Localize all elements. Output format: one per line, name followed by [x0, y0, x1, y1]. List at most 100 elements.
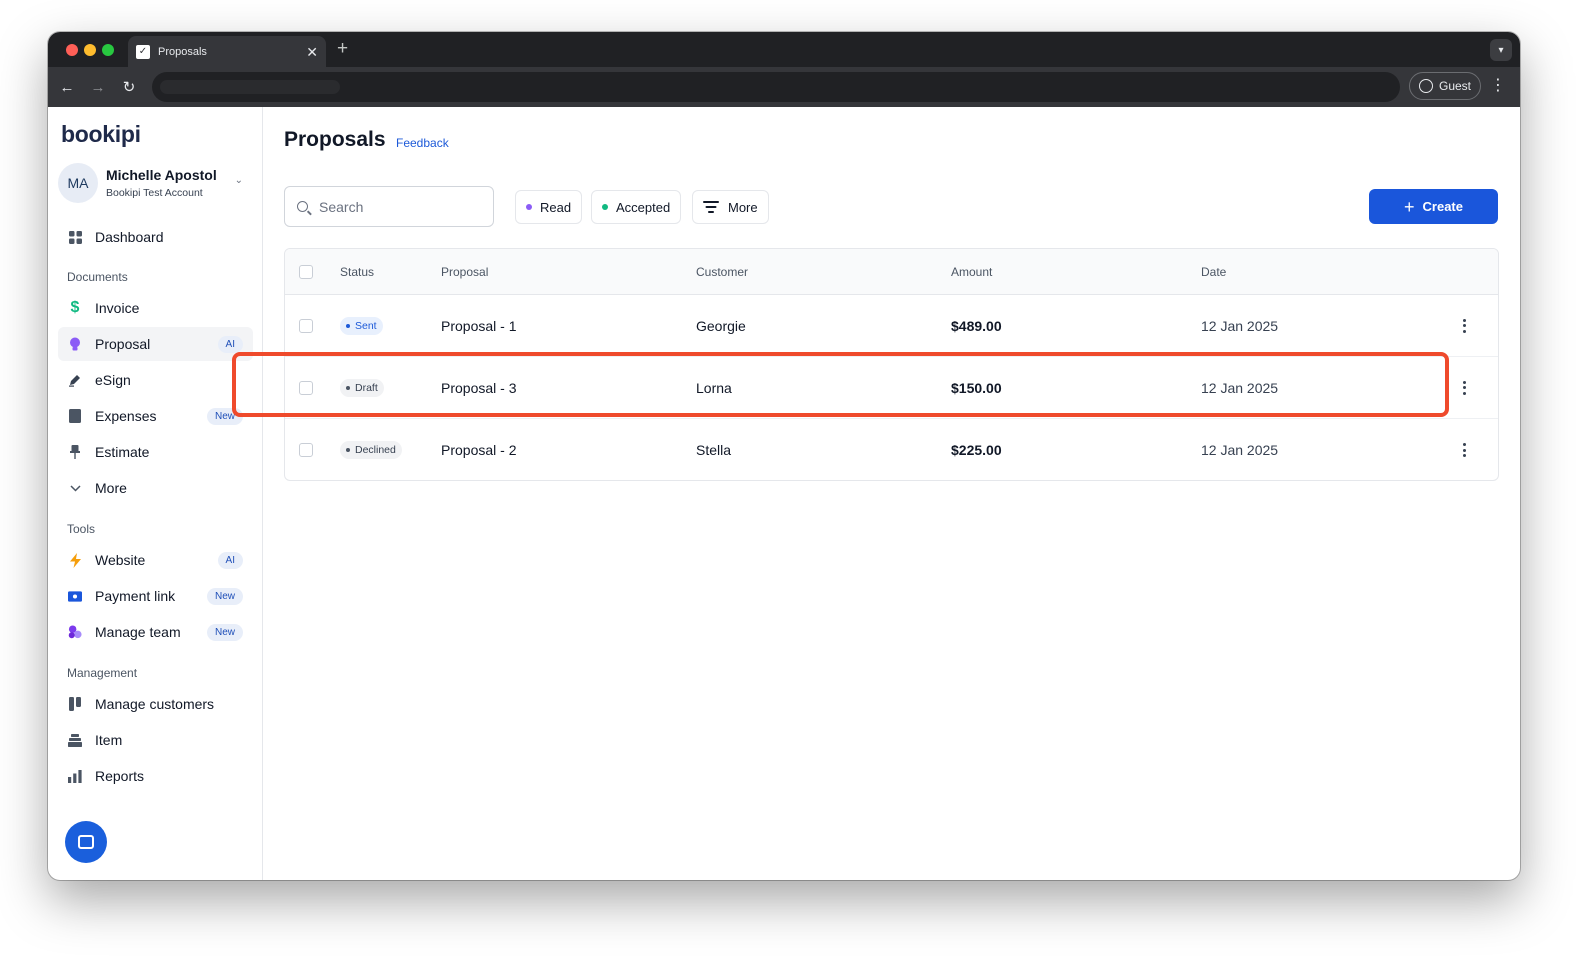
sidebar-item-item[interactable]: Item: [58, 723, 253, 757]
date: 12 Jan 2025: [1201, 442, 1279, 458]
sidebar-item-label: Manage team: [95, 624, 181, 640]
page-title: Proposals: [284, 128, 386, 151]
sidebar-item-label: More: [95, 480, 127, 496]
profile-button[interactable]: Guest: [1409, 72, 1481, 100]
read-dot-icon: [526, 204, 532, 210]
customer-name: Georgie: [696, 317, 746, 334]
customer-name: Stella: [696, 442, 732, 458]
select-all-checkbox[interactable]: [299, 264, 313, 279]
tab-favicon-icon: ✓: [136, 44, 150, 59]
sidebar-item-invoice[interactable]: $ Invoice: [58, 291, 253, 325]
row-checkbox[interactable]: [299, 443, 313, 457]
sidebar-item-estimate[interactable]: Estimate: [58, 435, 253, 469]
amount: $150.00: [951, 379, 1002, 396]
column-header-status[interactable]: Status: [340, 265, 374, 279]
new-badge: New: [206, 624, 243, 641]
maximize-window-button[interactable]: [102, 44, 114, 56]
close-window-button[interactable]: [66, 44, 78, 56]
sidebar-item-dashboard[interactable]: Dashboard: [58, 220, 253, 254]
column-header-amount[interactable]: Amount: [951, 265, 992, 279]
create-button[interactable]: + Create: [1369, 189, 1498, 224]
proposal-name[interactable]: Proposal - 1: [441, 318, 516, 334]
tab-search-chevron-icon[interactable]: ▾: [1490, 39, 1512, 61]
back-arrow-icon[interactable]: ←: [56, 76, 78, 98]
table-row[interactable]: Sent Proposal - 1 Georgie $489.00 12 Jan…: [285, 295, 1498, 357]
status-badge: Draft: [340, 378, 384, 397]
new-tab-button[interactable]: +: [337, 38, 348, 60]
sidebar-item-payment-link[interactable]: Payment link New: [58, 579, 253, 613]
pin-icon: [68, 445, 82, 459]
bulb-icon: [68, 337, 82, 351]
column-header-customer[interactable]: Customer: [696, 265, 748, 279]
sidebar-item-expenses[interactable]: Expenses New: [58, 399, 253, 433]
minimize-window-button[interactable]: [84, 44, 96, 56]
ai-badge: AI: [217, 552, 243, 569]
sidebar-item-esign[interactable]: eSign: [58, 363, 253, 397]
sidebar-item-label: eSign: [95, 372, 131, 388]
filter-more[interactable]: More: [692, 190, 769, 224]
management-section-label: Management: [67, 666, 138, 680]
app: bookipi MA Michelle Apostol Bookipi Test…: [48, 107, 1520, 880]
bookipi-logo[interactable]: bookipi: [61, 121, 141, 148]
amount: $489.00: [951, 317, 1002, 334]
row-actions-icon[interactable]: [1463, 318, 1467, 333]
filter-accepted[interactable]: Accepted: [591, 190, 682, 224]
table-row[interactable]: Draft Proposal - 3 Lorna $150.00 12 Jan …: [285, 357, 1498, 419]
tab-strip: ✓ Proposals ✕ + ▾: [48, 32, 1520, 67]
sidebar-item-manage-customers[interactable]: Manage customers: [58, 687, 253, 721]
row-actions-icon[interactable]: [1463, 443, 1467, 457]
sidebar-item-label: Estimate: [95, 444, 150, 460]
sidebar-item-label: Invoice: [95, 300, 140, 316]
sidebar-item-label: Website: [95, 552, 146, 568]
sidebar-item-website[interactable]: Website AI: [58, 543, 253, 577]
sidebar-item-proposal[interactable]: Proposal AI: [58, 327, 253, 361]
payment-icon: [68, 589, 82, 603]
status-dot-icon: [346, 385, 350, 390]
book-icon: [68, 409, 82, 423]
tab-title: Proposals: [158, 45, 207, 58]
amount: $225.00: [951, 442, 1002, 458]
sidebar-item-label: Dashboard: [95, 229, 164, 245]
accepted-dot-icon: [602, 204, 608, 210]
grid-icon: [68, 230, 82, 244]
account-switcher[interactable]: MA Michelle Apostol Bookipi Test Account…: [58, 161, 253, 205]
proposal-name[interactable]: Proposal - 3: [441, 380, 516, 396]
sidebar-item-more[interactable]: More: [58, 471, 253, 505]
sidebar-item-label: Proposal: [95, 336, 151, 352]
filter-label: Read: [540, 199, 572, 215]
status-label: Declined: [355, 444, 396, 456]
row-checkbox[interactable]: [299, 318, 313, 333]
browser-menu-icon[interactable]: ⋮: [1490, 75, 1506, 97]
table-row[interactable]: Declined Proposal - 2 Stella $225.00 12 …: [285, 419, 1498, 480]
row-checkbox[interactable]: [299, 380, 313, 395]
proposal-name[interactable]: Proposal - 2: [441, 442, 516, 458]
tools-section-label: Tools: [67, 522, 96, 536]
filter-label: Accepted: [616, 199, 671, 215]
account-subtitle: Bookipi Test Account: [106, 187, 203, 199]
search-placeholder: Search: [319, 198, 364, 215]
address-bar[interactable]: [152, 72, 1400, 102]
profile-label: Guest: [1439, 79, 1472, 93]
documents-section-label: Documents: [67, 270, 128, 284]
chat-icon: [78, 835, 94, 849]
chevron-down-icon: [68, 481, 82, 495]
sidebar-item-manage-team[interactable]: Manage team New: [58, 615, 253, 649]
forward-arrow-icon[interactable]: →: [87, 76, 109, 98]
column-header-proposal[interactable]: Proposal: [441, 265, 488, 279]
browser-tab[interactable]: ✓ Proposals ✕: [128, 36, 326, 67]
column-header-date[interactable]: Date: [1201, 265, 1226, 279]
search-input[interactable]: Search: [284, 186, 494, 227]
sidebar-item-label: Manage customers: [95, 696, 215, 712]
sidebar-item-reports[interactable]: Reports: [58, 759, 253, 793]
pen-icon: [68, 373, 82, 387]
item-icon: [68, 733, 82, 747]
sidebar-item-label: Reports: [95, 768, 145, 784]
table-header: Status Proposal Customer Amount Date: [285, 249, 1498, 295]
browser-toolbar: ← → ↻ Guest ⋮: [48, 67, 1520, 107]
reload-icon[interactable]: ↻: [118, 76, 140, 98]
filter-read[interactable]: Read: [515, 190, 583, 224]
row-actions-icon[interactable]: [1463, 380, 1467, 395]
chat-support-button[interactable]: [65, 821, 107, 863]
feedback-link[interactable]: Feedback: [396, 136, 449, 150]
tab-close-icon[interactable]: ✕: [306, 45, 318, 59]
